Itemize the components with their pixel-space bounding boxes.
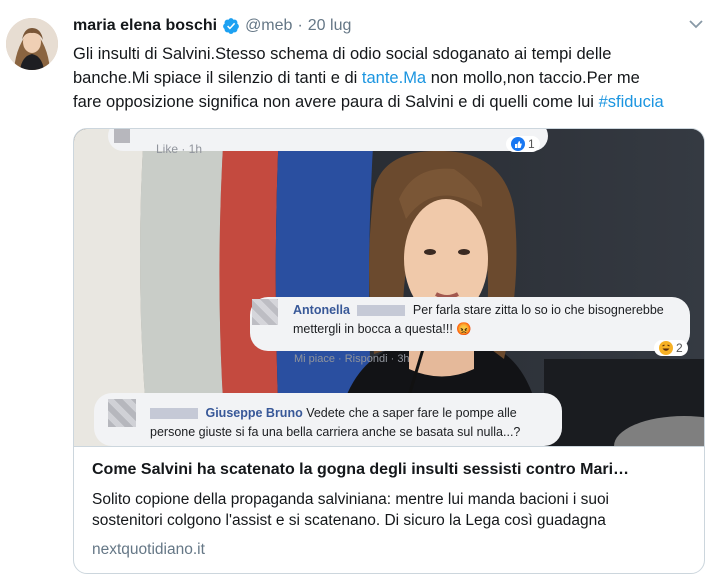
chevron-down-icon[interactable] [688,18,704,30]
card-image: Like · 1h 1 Antonella Per farla stare zi… [74,129,704,446]
author-handle[interactable]: @meb [245,17,292,35]
tweet-text-line: fare opposizione significa non avere pau… [73,90,713,114]
tweet: maria elena boschi @meb · 20 lug Gli ins… [0,0,721,574]
comment-meta: Like · 1h [156,142,203,156]
comment-line: Antonella Per farla stare zitta lo so io… [293,303,664,317]
card-description-line: sostenitori colgono l'assist e si scaten… [92,512,606,529]
tweet-text-line: banche.Mi spiace il silenzio di tanti e … [73,66,713,90]
separator: · [297,17,303,34]
laughing-reaction-icon [659,341,673,355]
mention-link[interactable]: tante.Ma [362,69,426,87]
comment-text: Per farla stare zitta lo so io che bisog… [412,303,664,317]
comment-text: persone giuste si fa una bella carriera … [150,425,521,439]
comment-text: mettergli in bocca a questa!!! 😡 [293,322,472,336]
reaction-count: 2 [676,341,683,355]
blurred-surname [150,408,198,420]
blurred-avatar [114,129,130,143]
blurred-surname [357,305,406,317]
tweet-text-line: Gli insulti di Salvini.Stesso schema di … [73,45,612,63]
reaction-count: 1 [528,137,535,151]
like-reaction-icon [511,137,525,151]
author-name[interactable]: maria elena boschi [73,17,217,35]
card-description: Solito copione della propaganda salvinia… [92,489,692,531]
commenter-name: Antonella [293,303,350,317]
card-title[interactable]: Come Salvini ha scatenato la gogna degli… [92,461,686,479]
comment-line: Giuseppe Bruno Vedete che a saper fare l… [150,406,517,420]
comment-meta: Mi piace · Rispondi · 3h [294,353,410,365]
reaction-pill: 2 [654,340,688,356]
card-description-line: Solito copione della propaganda salvinia… [92,491,610,508]
comment-text: Vedete che a saper fare le pompe alle [306,406,517,420]
blurred-avatar [252,299,278,325]
verified-badge-icon [223,18,239,34]
card-info: Come Salvini ha scatenato la gogna degli… [74,446,704,573]
avatar-portrait [6,18,58,70]
commenter-name: Giuseppe Bruno [205,406,303,420]
tweet-date[interactable]: 20 lug [308,17,352,35]
tweet-header: maria elena boschi @meb · 20 lug [73,14,351,38]
reaction-pill: 1 [506,136,540,152]
tweet-text-fragment: banche.Mi spiace il silenzio di tanti e … [73,69,362,87]
tweet-text: Gli insulti di Salvini.Stesso schema di … [73,42,713,114]
tweet-text-fragment: fare opposizione significa non avere pau… [73,93,599,111]
link-card[interactable]: Like · 1h 1 Antonella Per farla stare zi… [73,128,705,574]
tweet-text-fragment: non mollo,non taccio.Per me [426,69,640,87]
card-domain[interactable]: nextquotidiano.it [92,541,205,559]
blurred-avatar [108,399,136,427]
hashtag-link[interactable]: #sfiducia [599,93,664,111]
author-avatar[interactable] [6,18,58,70]
